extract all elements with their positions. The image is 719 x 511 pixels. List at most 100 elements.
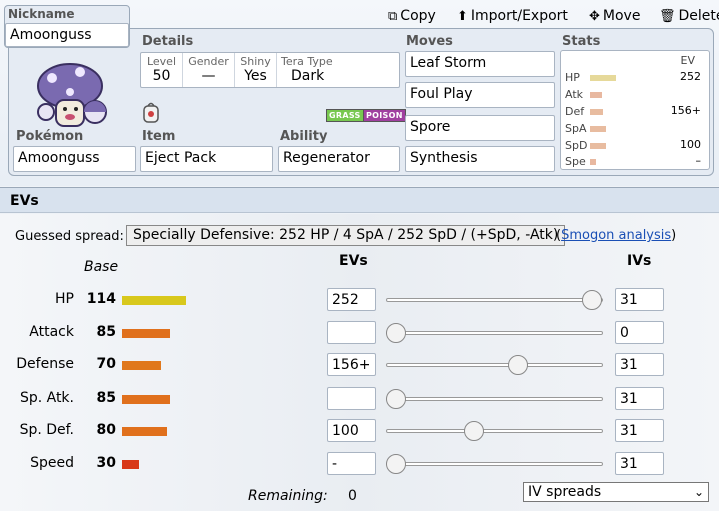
iv-input[interactable]: 31 — [615, 288, 664, 311]
stat-summary-bar — [590, 159, 596, 165]
ev-input[interactable]: 252 — [327, 288, 376, 311]
stat-summary-row: Atk — [561, 86, 711, 102]
tera-value: Dark — [291, 68, 325, 84]
stat-summary-ev: 156+ — [670, 104, 701, 117]
ev-input[interactable]: 100 — [327, 419, 376, 442]
stat-summary-ev: 252 — [680, 70, 701, 83]
stats-label: Stats — [562, 34, 601, 49]
ev-input[interactable]: - — [327, 452, 376, 475]
shiny-cell: Shiny Yes — [235, 53, 277, 87]
item-input[interactable]: Eject Pack — [140, 146, 273, 172]
stat-summary-row: SpD 100 — [561, 137, 711, 153]
copy-button[interactable]: ⧉ Copy — [388, 8, 436, 24]
iv-input[interactable]: 31 — [615, 387, 664, 410]
stat-summary-name: Atk — [565, 88, 584, 101]
guessed-spread-button[interactable]: Specially Defensive: 252 HP / 4 SpA / 25… — [126, 225, 566, 246]
move-3-input[interactable]: Spore — [405, 115, 555, 141]
gender-cell: Gender — — [183, 53, 235, 87]
evs-header: EVs — [339, 253, 368, 269]
moves-label: Moves — [406, 34, 453, 49]
level-value: 50 — [152, 68, 171, 84]
iv-input[interactable]: 31 — [615, 419, 664, 442]
iv-spreads-select[interactable]: IV spreads ⌄ — [523, 482, 709, 502]
move-button[interactable]: ✥ Move — [589, 8, 640, 24]
stat-summary-name: HP — [565, 71, 580, 84]
ev-base-bar — [122, 361, 161, 370]
ev-slider-thumb[interactable] — [386, 454, 406, 474]
remaining-label: Remaining: — [248, 488, 328, 504]
ev-stat-name: Sp. Atk. — [19, 390, 74, 406]
iv-input[interactable]: 31 — [615, 353, 664, 376]
type-badge-grass: GRASS — [326, 109, 364, 122]
item-icon — [140, 100, 162, 124]
ev-slider-track[interactable] — [386, 331, 603, 335]
ivs-header: IVs — [627, 253, 652, 269]
base-header: Base — [84, 259, 119, 275]
move-4-input[interactable]: Synthesis — [405, 146, 555, 172]
stat-summary-name: Def — [565, 105, 585, 118]
stat-summary-bar — [590, 75, 616, 81]
ev-stat-name: Attack — [29, 324, 74, 340]
ev-slider-track[interactable] — [386, 462, 603, 466]
shiny-label: Shiny — [240, 55, 271, 68]
trash-icon: 🗑 — [659, 8, 676, 24]
ev-slider-thumb[interactable] — [386, 389, 406, 409]
ev-slider-track[interactable] — [386, 298, 603, 302]
smogon-analysis-link[interactable]: Smogon analysis — [561, 228, 671, 243]
nickname-box: Nickname Amoonguss — [4, 5, 130, 48]
stat-summary-row: Def 156+ — [561, 103, 711, 119]
stat-summary-ev: – — [695, 154, 702, 167]
delete-button[interactable]: 🗑 Delete — [659, 8, 719, 24]
shiny-value: Yes — [244, 68, 267, 84]
ev-slider-thumb[interactable] — [386, 323, 406, 343]
ev-slider-thumb[interactable] — [464, 421, 484, 441]
item-label: Item — [142, 129, 176, 144]
level-cell: Level 50 — [141, 53, 183, 87]
ev-stat-name: Speed — [30, 455, 74, 471]
iv-input[interactable]: 31 — [615, 452, 664, 475]
ev-input[interactable] — [327, 387, 376, 410]
ev-input[interactable]: 156+ — [327, 353, 376, 376]
details-box[interactable]: Level 50 Gender — Shiny Yes Tera Type Da… — [140, 52, 400, 88]
stats-summary[interactable]: EV HP 252 Atk Def 156+ SpA SpD 100 Spe – — [560, 50, 710, 170]
stat-summary-name: SpD — [565, 139, 588, 152]
paren-close: ) — [671, 228, 677, 243]
ev-base-value: 114 — [86, 291, 116, 307]
nickname-input[interactable]: Amoonguss — [5, 23, 129, 47]
ev-base-bar — [122, 296, 186, 305]
ev-base-value: 30 — [96, 455, 116, 471]
ev-input[interactable] — [327, 321, 376, 344]
gender-label: Gender — [188, 55, 229, 68]
ev-slider-track[interactable] — [386, 429, 603, 433]
ev-base-bar — [122, 460, 139, 469]
type-badge-poison: POISON — [363, 109, 406, 122]
ability-label: Ability — [280, 129, 328, 144]
ev-base-value: 85 — [96, 324, 116, 340]
ability-input[interactable]: Regenerator — [278, 146, 400, 172]
stat-summary-name: SpA — [565, 122, 587, 135]
copy-icon: ⧉ — [388, 8, 398, 24]
upload-icon: ⬆ — [457, 8, 468, 24]
import-export-button[interactable]: ⬆ Import/Export — [457, 8, 568, 24]
ev-stat-name: Defense — [16, 356, 74, 372]
ev-slider-thumb[interactable] — [508, 355, 528, 375]
ev-slider-track[interactable] — [386, 397, 603, 401]
ev-base-bar — [122, 329, 170, 338]
stat-summary-bar — [590, 92, 602, 98]
ev-base-bar — [122, 427, 167, 436]
pokemon-sprite[interactable] — [32, 54, 112, 134]
evs-section-title: EVs — [0, 187, 719, 213]
ev-stat-name: HP — [55, 291, 74, 307]
stat-summary-bar — [590, 109, 603, 115]
move-1-input[interactable]: Leaf Storm — [405, 51, 555, 77]
ev-base-value: 85 — [96, 390, 116, 406]
stat-summary-ev: 100 — [680, 138, 701, 151]
ev-slider-thumb[interactable] — [582, 290, 602, 310]
smogon-analysis-wrapper: (Smogon analysis) — [556, 228, 676, 243]
level-label: Level — [146, 55, 177, 68]
ev-slider-track[interactable] — [386, 363, 603, 367]
stat-summary-bar — [590, 126, 606, 132]
move-2-input[interactable]: Foul Play — [405, 82, 555, 108]
iv-input[interactable]: 0 — [615, 321, 664, 344]
pokemon-input[interactable]: Amoonguss — [13, 146, 136, 172]
